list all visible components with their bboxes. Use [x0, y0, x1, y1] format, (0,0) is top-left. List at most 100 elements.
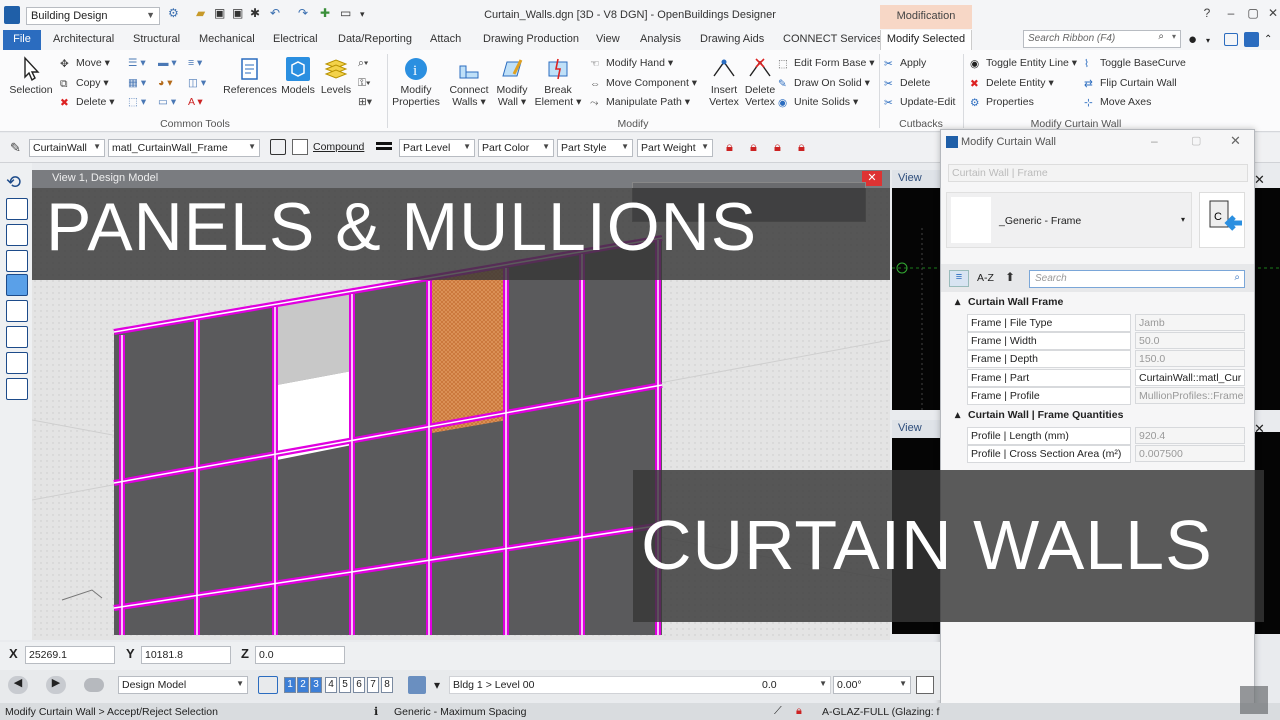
dialog-close-icon[interactable]: ✕	[1230, 133, 1241, 149]
cutback-delete-button[interactable]: ✂ Delete	[884, 77, 930, 90]
draw-on-solid-button[interactable]: ✎ Draw On Solid ▾	[778, 77, 870, 90]
status-snap-icon[interactable]: ⟋	[774, 705, 782, 718]
tab-mechanical[interactable]: Mechanical	[199, 33, 255, 45]
flip-curtain-wall-button[interactable]: ⇄ Flip Curtain Wall	[1084, 77, 1177, 90]
tab-connect-services[interactable]: CONNECT Services	[783, 33, 882, 45]
right-iso-view-icon[interactable]	[6, 378, 28, 400]
toggle-basecurve-button[interactable]: ⌇ Toggle BaseCurve	[1084, 57, 1186, 70]
type-library-button[interactable]: C	[1199, 192, 1245, 248]
iso-view-icon[interactable]	[6, 274, 28, 296]
connect-icon[interactable]	[1244, 32, 1259, 47]
save-icon[interactable]: ▣	[214, 6, 225, 20]
property-value[interactable]: 150.0	[1135, 350, 1245, 367]
edit-form-base-button[interactable]: ⬚ Edit Form Base ▾	[778, 57, 875, 70]
selection-button[interactable]: Selection	[6, 56, 56, 96]
section-toggle-icon[interactable]: ▴	[955, 296, 960, 308]
tab-file[interactable]: File	[3, 30, 41, 50]
move-component-button[interactable]: ⇔ Move Component ▾	[590, 77, 697, 90]
models-button[interactable]: Models	[280, 56, 316, 96]
property-value[interactable]: MullionProfiles::Frame -	[1135, 387, 1245, 404]
filter-icon[interactable]: ⬆	[1005, 270, 1015, 284]
back-view-icon[interactable]	[6, 352, 28, 374]
view-toggle-4[interactable]: 4	[325, 677, 337, 693]
part-color-select[interactable]: Part Color ▼	[478, 139, 554, 157]
view-groups-icon[interactable]	[258, 676, 278, 694]
y-input[interactable]: 10181.8	[141, 646, 231, 664]
view-toggle-5[interactable]: 5	[339, 677, 351, 693]
back-icon[interactable]: ◀	[8, 676, 28, 694]
references-button[interactable]: References	[222, 56, 278, 96]
floor-manager-icon[interactable]	[408, 676, 426, 694]
property-value[interactable]: 50.0	[1135, 332, 1245, 349]
modify-curtain-wall-dialog[interactable]: Modify Curtain Wall – ▢ ✕ Curtain Wall |…	[940, 129, 1255, 709]
property-row[interactable]: Frame | Width 50.0	[967, 332, 1267, 350]
manipulate-path-button[interactable]: ⤳ Manipulate Path ▾	[590, 96, 690, 109]
delete-button[interactable]: ✖ Delete ▾	[60, 96, 115, 109]
lock-level-icon[interactable]: 🔒︎	[726, 139, 733, 155]
property-row[interactable]: Profile | Cross Section Area (m²) 0.00750…	[967, 445, 1267, 463]
lock-color-icon[interactable]: 🔒︎	[750, 139, 757, 155]
tab-drawing-aids[interactable]: Drawing Aids	[700, 33, 764, 45]
top-view-icon[interactable]	[6, 198, 28, 220]
part-level-select[interactable]: Part Level ▼	[399, 139, 475, 157]
move-button[interactable]: ✥ Move ▾	[60, 57, 110, 70]
z-input[interactable]: 0.0	[255, 646, 345, 664]
x-input[interactable]: 25269.1	[25, 646, 115, 664]
connect-walls-button[interactable]: Connect Walls ▾	[448, 56, 490, 108]
delete-entity-button[interactable]: ✖ Delete Entity ▾	[970, 77, 1054, 90]
close-icon[interactable]: ✕	[1264, 6, 1280, 20]
tab-analysis[interactable]: Analysis	[640, 33, 681, 45]
delete-vertex-button[interactable]: Delete Vertex	[742, 56, 778, 108]
lock-style-icon[interactable]: 🔒︎	[774, 139, 781, 155]
categorized-icon[interactable]: ≡	[949, 270, 969, 287]
property-search-input[interactable]: Search ⌕	[1029, 270, 1245, 288]
view-toggle-6[interactable]: 6	[353, 677, 365, 693]
tab-view[interactable]: View	[596, 33, 620, 45]
sort-az-button[interactable]: A-Z	[977, 272, 994, 284]
part-select[interactable]: matl_CurtainWall_Frame ▼	[108, 139, 260, 157]
right-view-icon[interactable]	[6, 300, 28, 322]
chevron-down-icon[interactable]: ▾	[1206, 36, 1210, 45]
text-style-tool[interactable]: ≡ ▾	[188, 57, 202, 69]
dialog-minimize-icon[interactable]: –	[1151, 134, 1158, 148]
ribbon-collapse-icon[interactable]: ⌃	[1264, 34, 1272, 45]
unite-solids-button[interactable]: ◉ Unite Solids ▾	[778, 96, 858, 109]
status-lock-icon[interactable]: 🔒︎	[796, 705, 802, 718]
mouse-icon[interactable]	[84, 678, 104, 692]
maximize-icon[interactable]: ▢	[1244, 6, 1262, 20]
shape-tool[interactable]: ▭ ▾	[158, 96, 176, 108]
tab-data-reporting[interactable]: Data/Reporting	[338, 33, 412, 45]
level-select[interactable]: Bldg 1 > Level 00 0.0 ▼	[449, 676, 831, 694]
component-select[interactable]: Curtain Wall | Frame	[948, 164, 1248, 182]
view-2-title-bar[interactable]: View	[892, 170, 942, 188]
property-value[interactable]: CurtainWall::matl_Cur	[1135, 369, 1245, 386]
fill-tool[interactable]: ◕ ▾	[158, 77, 173, 89]
modify-wall-button[interactable]: Modify Wall ▾	[492, 56, 532, 108]
ribbon-options-icon[interactable]: ⚙	[168, 6, 179, 20]
view-toggle-2[interactable]: 2	[297, 677, 309, 693]
minimize-icon[interactable]: –	[1222, 6, 1240, 20]
pin-icon[interactable]: ✚	[320, 6, 330, 20]
modify-hand-button[interactable]: ☜ Modify Hand ▾	[590, 57, 673, 70]
modify-properties-button[interactable]: i Modify Properties	[392, 56, 440, 108]
model-select[interactable]: Design Model ▼	[118, 676, 248, 694]
copy-button[interactable]: ⧉ Copy ▾	[60, 77, 109, 90]
view-toggle-8[interactable]: 8	[381, 677, 393, 693]
insert-vertex-button[interactable]: Insert Vertex	[706, 56, 742, 108]
help-icon[interactable]: ?	[1198, 6, 1216, 20]
tab-drawing-production[interactable]: Drawing Production	[483, 33, 579, 45]
open-icon[interactable]: ▰	[196, 6, 205, 20]
pin-icon[interactable]: ✎	[10, 140, 21, 156]
angle-input[interactable]: 0.00° ▼	[833, 676, 911, 694]
chevron-down-icon[interactable]: ▾	[434, 678, 440, 692]
lock-tool[interactable]: ⚿▾	[358, 77, 370, 90]
user-icon[interactable]: ●	[1188, 31, 1197, 48]
property-row[interactable]: Profile | Length (mm) 920.4	[967, 427, 1267, 445]
property-row[interactable]: Frame | File Type Jamb	[967, 314, 1267, 332]
left-view-icon[interactable]	[6, 250, 28, 272]
part-weight-select[interactable]: Part Weight ▼	[637, 139, 713, 157]
find-tool[interactable]: ⌕▾	[358, 57, 368, 70]
section-toggle-icon[interactable]: ▴	[955, 409, 960, 421]
forward-icon[interactable]: ▶	[46, 676, 66, 694]
view-toggle-3[interactable]: 3	[310, 677, 322, 693]
